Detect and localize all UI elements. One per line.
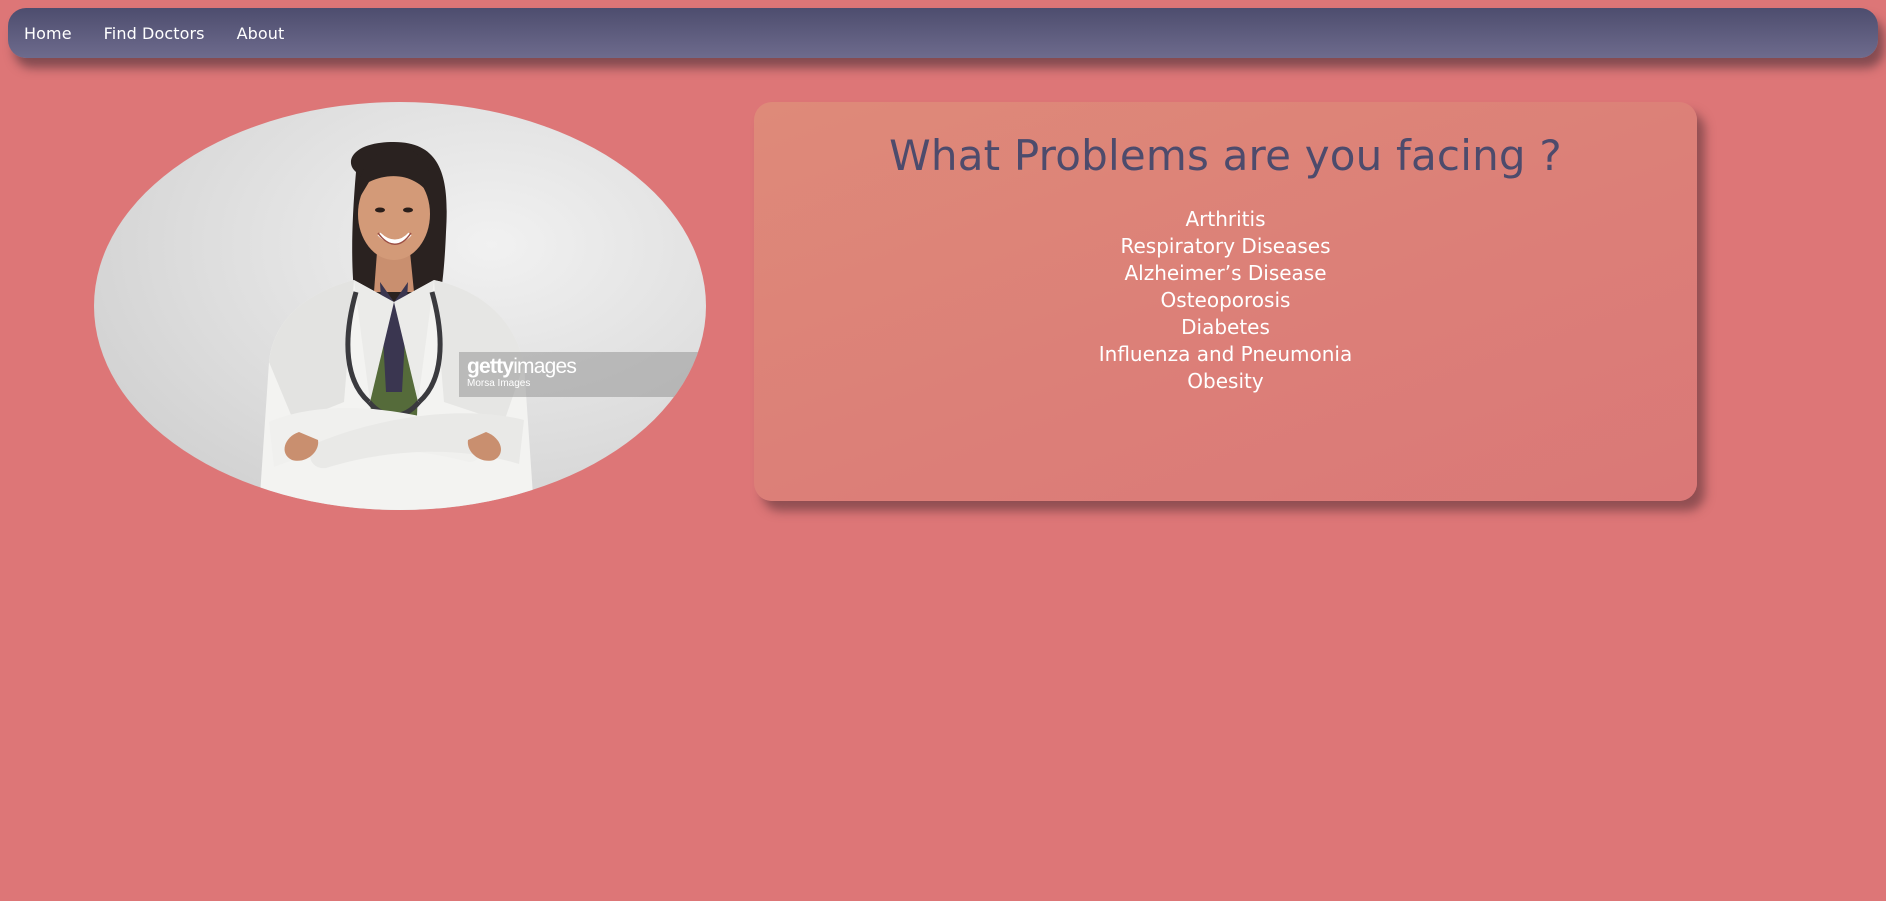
problem-item-alzheimers-disease: Alzheimer’s Disease (1124, 261, 1327, 285)
problem-item-diabetes: Diabetes (1181, 315, 1270, 339)
getty-watermark: gettyimages Morsa Images (459, 352, 706, 397)
nav-find-doctors-link[interactable]: Find Doctors (104, 24, 205, 43)
problems-card: What Problems are you facing ? Arthritis… (754, 102, 1697, 501)
problem-item-osteoporosis: Osteoporosis (1160, 288, 1291, 312)
getty-images-logo: gettyimages (467, 355, 577, 378)
doctor-photo: gettyimages Morsa Images (94, 102, 706, 510)
top-navbar: Home Find Doctors About (8, 8, 1878, 58)
doctor-illustration (259, 142, 534, 510)
nav-about-link[interactable]: About (237, 24, 285, 43)
problem-item-obesity: Obesity (1187, 369, 1264, 393)
problem-item-respiratory-diseases: Respiratory Diseases (1120, 234, 1331, 258)
problem-item-influenza-pneumonia: Influenza and Pneumonia (1098, 342, 1353, 366)
nav-home-link[interactable]: Home (24, 24, 72, 43)
problems-title: What Problems are you facing ? (889, 131, 1562, 180)
problem-item-arthritis: Arthritis (1185, 207, 1266, 231)
problems-list: Arthritis Respiratory Diseases Alzheimer… (754, 206, 1697, 395)
photo-credit: Morsa Images (467, 378, 531, 389)
